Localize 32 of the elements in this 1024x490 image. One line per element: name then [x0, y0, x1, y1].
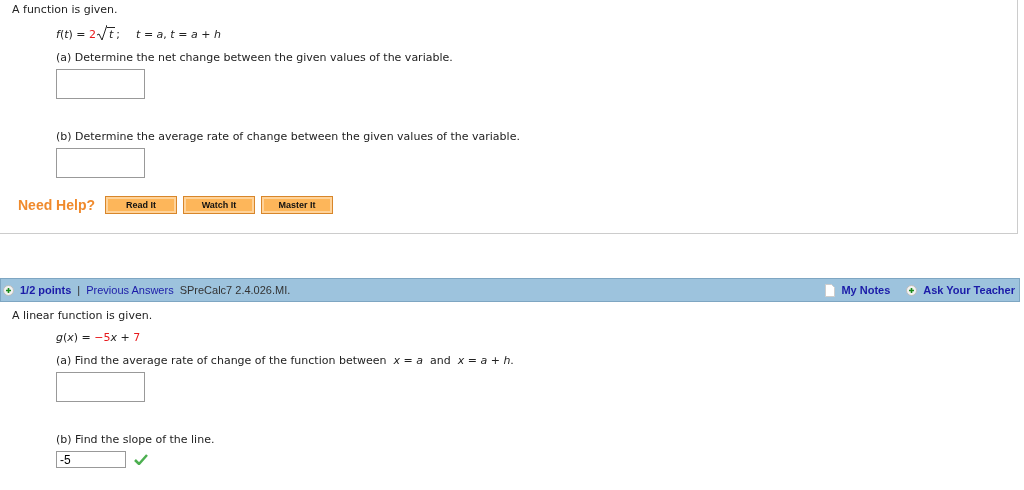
help-button[interactable]: Read It	[105, 196, 177, 214]
math-expression: 7	[133, 331, 141, 344]
points-link[interactable]: 1/2 points	[20, 284, 72, 296]
my-notes-link[interactable]: My Notes	[841, 284, 891, 296]
previous-answers-link[interactable]: Previous Answers	[86, 284, 174, 296]
math-expression: t	[97, 25, 116, 41]
math-expression: f(t) =	[56, 28, 87, 41]
help-button[interactable]: Watch It	[183, 196, 255, 214]
source-label: SPreCalc7 2.4.026.MI.	[179, 284, 291, 296]
math-expression: g(x) =	[56, 331, 92, 344]
help-button[interactable]: Master It	[261, 196, 333, 214]
math-expression: 2	[89, 28, 96, 41]
answer-field[interactable]	[56, 372, 145, 402]
math-expression: t = a, t = a + h	[136, 28, 221, 41]
separator: |	[77, 284, 81, 296]
plus-icon	[3, 284, 14, 296]
plus-icon	[906, 284, 918, 296]
question-prompt: (a) Determine the net change between the given values of the variable.	[56, 51, 454, 64]
question-text: A function is given.	[12, 3, 119, 16]
ask-teacher-link[interactable]: Ask Your Teacher	[923, 284, 1015, 296]
question-prompt: (b) Find the slope of the line.	[56, 433, 216, 446]
question-prompt: (b) Determine the average rate of change between the given values of the variable.	[56, 130, 521, 143]
note-icon	[825, 283, 836, 297]
question-prompt: (a) Find the average rate of change of the function between x = a and x = a + h.	[56, 354, 515, 367]
answer-field[interactable]: -5	[56, 451, 126, 468]
math-expression: −5	[94, 331, 111, 344]
math-expression: ;	[116, 28, 121, 41]
need-help-label: Need Help?	[18, 197, 95, 213]
math-expression: x +	[110, 331, 131, 344]
answer-field[interactable]	[56, 69, 145, 99]
answer-field[interactable]	[56, 148, 145, 178]
question-text: A linear function is given.	[12, 309, 154, 322]
